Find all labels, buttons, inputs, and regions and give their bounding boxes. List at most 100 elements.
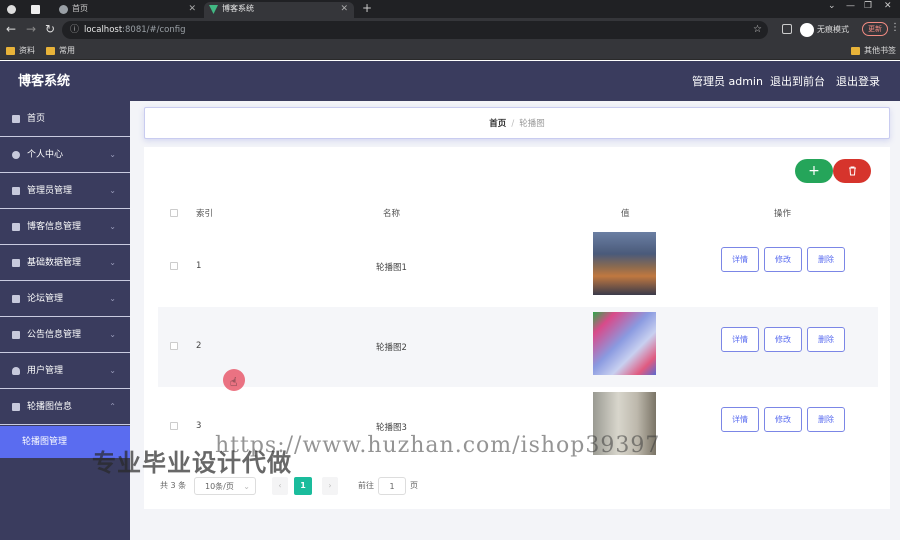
incognito-indicator[interactable]: 无痕模式 (800, 22, 849, 38)
tab-strip-icon[interactable] (28, 2, 44, 18)
edit-button[interactable]: 修改 (764, 327, 802, 352)
row-checkbox[interactable] (170, 422, 178, 430)
hand-pointer-icon: ☝ (230, 375, 238, 389)
carousel-thumbnail[interactable] (593, 232, 656, 295)
side-panel-icon[interactable] (782, 24, 792, 34)
sidebar-item-base-data[interactable]: 基础数据管理 ⌄ (0, 245, 130, 281)
restore-icon[interactable]: ❐ (864, 1, 872, 11)
incognito-avatar-icon (800, 22, 814, 37)
chevron-down-icon: ⌄ (109, 258, 116, 267)
row-name: 轮播图2 (376, 343, 407, 353)
grid-icon (12, 259, 20, 267)
detail-button[interactable]: 详情 (721, 247, 759, 272)
sidebar-item-label: 个人中心 (27, 150, 64, 160)
detail-button[interactable]: 详情 (721, 327, 759, 352)
goto-suffix: 页 (410, 481, 418, 490)
bookmark-folder-changyong[interactable]: 常用 (46, 44, 75, 58)
row-checkbox[interactable] (170, 262, 178, 270)
tab-home[interactable]: 首页 ✕ (54, 2, 202, 18)
close-icon[interactable]: ✕ (188, 2, 196, 16)
carousel-thumbnail[interactable] (593, 312, 656, 375)
reload-icon[interactable]: ↻ (45, 22, 55, 36)
column-header-index: 索引 (196, 209, 214, 219)
bookmark-label: 资料 (19, 46, 35, 55)
bookmark-star-icon[interactable]: ☆ (753, 21, 762, 39)
breadcrumb-separator: / (511, 119, 515, 129)
forward-arrow-icon[interactable]: → (26, 22, 36, 36)
tab-home-label: 首页 (72, 4, 88, 13)
tab-blog[interactable]: 博客系统 ✕ (204, 2, 354, 18)
sidebar-item-label: 轮播图信息 (27, 402, 73, 412)
sidebar-item-carousel[interactable]: 轮播图信息 ⌃ (0, 389, 130, 425)
delete-button[interactable]: 删除 (807, 327, 845, 352)
clipboard-icon (12, 223, 20, 231)
goto-page-input[interactable]: 1 (378, 477, 406, 495)
edit-button[interactable]: 修改 (764, 407, 802, 432)
plus-icon[interactable]: + (362, 1, 372, 15)
page-number-current[interactable]: 1 (294, 477, 312, 495)
sidebar-item-label: 管理员管理 (27, 186, 73, 196)
sliders-icon (12, 187, 20, 195)
row-checkbox[interactable] (170, 342, 178, 350)
app-header: 博客系统 管理员 admin 退出到前台 退出登录 (0, 61, 900, 101)
breadcrumb-current: 轮播图 (519, 119, 545, 129)
update-button[interactable]: 更新 (862, 22, 888, 36)
table-row: 2 轮播图2 详情 修改 删除 (158, 307, 878, 387)
chevron-down-icon: ⌄ (243, 482, 250, 491)
edit-button[interactable]: 修改 (764, 247, 802, 272)
list-icon (12, 331, 20, 339)
exit-to-front-link[interactable]: 退出到前台 (770, 61, 825, 103)
sidebar-item-blog-manage[interactable]: 博客信息管理 ⌄ (0, 209, 130, 245)
globe-icon (59, 5, 68, 14)
sidebar-item-admin-manage[interactable]: 管理员管理 ⌄ (0, 173, 130, 209)
close-icon[interactable]: ✕ (340, 2, 348, 16)
back-arrow-icon[interactable]: ← (6, 22, 16, 36)
delete-selected-button[interactable] (833, 159, 871, 183)
page-size-value: 10条/页 (205, 482, 234, 491)
goto-prefix: 前往 (358, 481, 374, 490)
chevron-down-icon[interactable]: ⌄ (828, 1, 836, 11)
sidebar-item-notice[interactable]: 公告信息管理 ⌄ (0, 317, 130, 353)
sidebar-item-users[interactable]: 用户管理 ⌄ (0, 353, 130, 389)
breadcrumb: 首页 / 轮播图 (144, 107, 890, 139)
delete-button[interactable]: 删除 (807, 407, 845, 432)
sidebar-item-label: 首页 (27, 114, 46, 124)
breadcrumb-home[interactable]: 首页 (489, 119, 506, 129)
sidebar-item-home[interactable]: 首页 (0, 101, 130, 137)
url-path: :8081/#/config (122, 25, 186, 35)
column-header-actions: 操作 (774, 209, 792, 219)
chat-icon (12, 295, 20, 303)
sidebar-subitem-label: 轮播图管理 (22, 437, 68, 447)
add-button[interactable]: + (795, 159, 833, 183)
info-icon[interactable]: ⓘ (70, 21, 79, 39)
other-bookmarks[interactable]: 其他书签 (851, 44, 896, 58)
chevron-down-icon: ⌄ (109, 330, 116, 339)
chevron-down-icon: ⌄ (109, 366, 116, 375)
url-input[interactable]: ⓘ localhost:8081/#/config ☆ (62, 21, 768, 39)
sidebar-item-forum[interactable]: 论坛管理 ⌄ (0, 281, 130, 317)
plus-icon: + (808, 163, 820, 179)
page-size-select[interactable]: 10条/页 ⌄ (194, 477, 256, 495)
select-all-checkbox[interactable] (170, 209, 178, 217)
browser-tab-bar: 首页 ✕ 博客系统 ✕ + ⌄ — ❐ ✕ (0, 0, 900, 18)
watermark-text: 专业毕业设计代做 (92, 449, 292, 477)
sidebar-item-profile[interactable]: 个人中心 ⌄ (0, 137, 130, 173)
logout-link[interactable]: 退出登录 (836, 61, 880, 103)
bookmark-label: 常用 (59, 46, 75, 55)
folder-icon (851, 47, 860, 55)
app-brand: 博客系统 (18, 74, 71, 89)
shield-icon (12, 367, 20, 375)
table-row: 1 轮播图1 详情 修改 删除 (158, 227, 878, 307)
minimize-icon[interactable]: — (846, 1, 855, 11)
user-icon (12, 151, 20, 159)
detail-button[interactable]: 详情 (721, 407, 759, 432)
delete-button[interactable]: 删除 (807, 247, 845, 272)
sidebar-item-label: 公告信息管理 (27, 330, 82, 340)
next-page-icon[interactable]: › (322, 477, 338, 495)
mail-icon (12, 403, 20, 411)
prev-page-icon[interactable]: ‹ (272, 477, 288, 495)
home-icon (12, 115, 20, 123)
more-menu-icon[interactable]: ⋮ (890, 22, 900, 33)
bookmark-folder-ziliao[interactable]: 资料 (6, 44, 35, 58)
close-window-icon[interactable]: ✕ (884, 1, 892, 11)
